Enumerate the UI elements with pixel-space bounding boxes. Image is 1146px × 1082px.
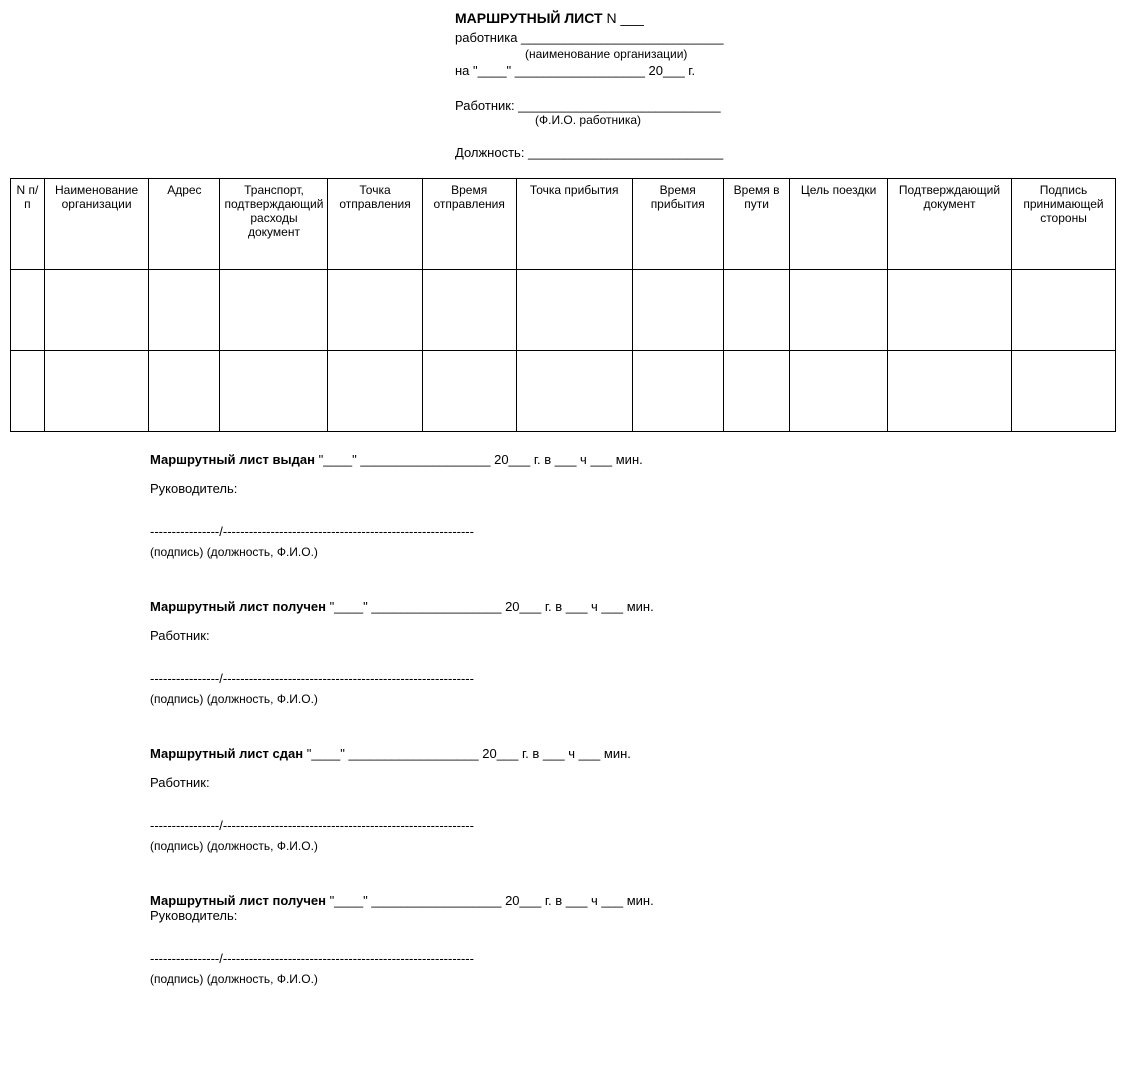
th-org: Наименование организации	[44, 179, 148, 270]
section-heading: Маршрутный лист получен "____" _________…	[150, 893, 1136, 908]
th-signature: Подпись принимающей стороны	[1012, 179, 1116, 270]
cell	[44, 351, 148, 432]
table-row	[11, 270, 1116, 351]
route-table: N п/п Наименование организации Адрес Тра…	[10, 178, 1116, 432]
document-title: МАРШРУТНЫЙ ЛИСТ N ___	[455, 10, 1136, 26]
th-addr: Адрес	[149, 179, 220, 270]
cell	[149, 351, 220, 432]
th-purpose: Цель поездки	[790, 179, 888, 270]
worker-label: Работник: ____________________________	[455, 98, 1136, 113]
cell	[723, 270, 790, 351]
cell	[328, 351, 422, 432]
th-arrival-point: Точка прибытия	[516, 179, 632, 270]
heading-bold: Маршрутный лист сдан	[150, 746, 303, 761]
section-role: Руководитель:	[150, 481, 1136, 496]
section-heading: Маршрутный лист сдан "____" ____________…	[150, 746, 1136, 761]
th-arrival-time: Время прибытия	[632, 179, 723, 270]
heading-bold: Маршрутный лист выдан	[150, 452, 315, 467]
table-header-row: N п/п Наименование организации Адрес Тра…	[11, 179, 1116, 270]
th-departure-time: Время отправления	[422, 179, 516, 270]
cell	[632, 270, 723, 351]
date-line: на "____" __________________ 20___ г.	[455, 63, 1136, 78]
cell	[220, 270, 328, 351]
cell	[887, 270, 1011, 351]
signature-line: ----------------/-----------------------…	[150, 951, 1136, 966]
signature-line: ----------------/-----------------------…	[150, 818, 1136, 833]
section-heading: Маршрутный лист получен "____" _________…	[150, 599, 1136, 614]
signature-label: (подпись) (должность, Ф.И.О.)	[150, 839, 1136, 853]
table-row	[11, 351, 1116, 432]
heading-bold: Маршрутный лист получен	[150, 599, 326, 614]
cell	[790, 270, 888, 351]
th-document: Подтверждающий документ	[887, 179, 1011, 270]
signature-label: (подпись) (должность, Ф.И.О.)	[150, 692, 1136, 706]
heading-rest: "____" __________________ 20___ г. в ___…	[326, 893, 654, 908]
worker-hint: (Ф.И.О. работника)	[535, 113, 1136, 127]
org-hint: (наименование организации)	[525, 47, 1136, 61]
signature-line: ----------------/-----------------------…	[150, 671, 1136, 686]
cell	[422, 270, 516, 351]
section-issued: Маршрутный лист выдан "____" ___________…	[150, 452, 1136, 559]
cell	[220, 351, 328, 432]
cell	[1012, 351, 1116, 432]
section-received: Маршрутный лист получен "____" _________…	[150, 599, 1136, 706]
heading-rest: "____" __________________ 20___ г. в ___…	[326, 599, 654, 614]
section-submitted: Маршрутный лист сдан "____" ____________…	[150, 746, 1136, 853]
section-role: Работник:	[150, 628, 1136, 643]
signature-line: ----------------/-----------------------…	[150, 524, 1136, 539]
th-departure-point: Точка отправления	[328, 179, 422, 270]
heading-rest: "____" __________________ 20___ г. в ___…	[315, 452, 643, 467]
th-transport: Транспорт, подтверждающий расходы докуме…	[220, 179, 328, 270]
signature-label: (подпись) (должность, Ф.И.О.)	[150, 972, 1136, 986]
cell	[328, 270, 422, 351]
cell	[516, 270, 632, 351]
section-heading: Маршрутный лист выдан "____" ___________…	[150, 452, 1136, 467]
worker-field: Работник: ____________________________ (…	[455, 98, 1136, 127]
title-bold: МАРШРУТНЫЙ ЛИСТ	[455, 10, 603, 26]
position-label: Должность: ___________________________	[455, 145, 1136, 160]
cell	[422, 351, 516, 432]
signature-label: (подпись) (должность, Ф.И.О.)	[150, 545, 1136, 559]
employee-line: работника ____________________________	[455, 30, 1136, 45]
cell	[516, 351, 632, 432]
cell	[790, 351, 888, 432]
cell	[723, 351, 790, 432]
cell	[44, 270, 148, 351]
cell	[149, 270, 220, 351]
section-role: Руководитель:	[150, 908, 1136, 923]
document-header: МАРШРУТНЫЙ ЛИСТ N ___ работника ________…	[455, 10, 1136, 78]
title-number: N ___	[603, 10, 644, 26]
heading-bold: Маршрутный лист получен	[150, 893, 326, 908]
section-received-back: Маршрутный лист получен "____" _________…	[150, 893, 1136, 986]
cell	[632, 351, 723, 432]
heading-rest: "____" __________________ 20___ г. в ___…	[303, 746, 631, 761]
cell	[11, 351, 45, 432]
th-travel-time: Время в пути	[723, 179, 790, 270]
cell	[11, 270, 45, 351]
cell	[1012, 270, 1116, 351]
th-npp: N п/п	[11, 179, 45, 270]
cell	[887, 351, 1011, 432]
position-field: Должность: ___________________________	[455, 145, 1136, 160]
section-role: Работник:	[150, 775, 1136, 790]
